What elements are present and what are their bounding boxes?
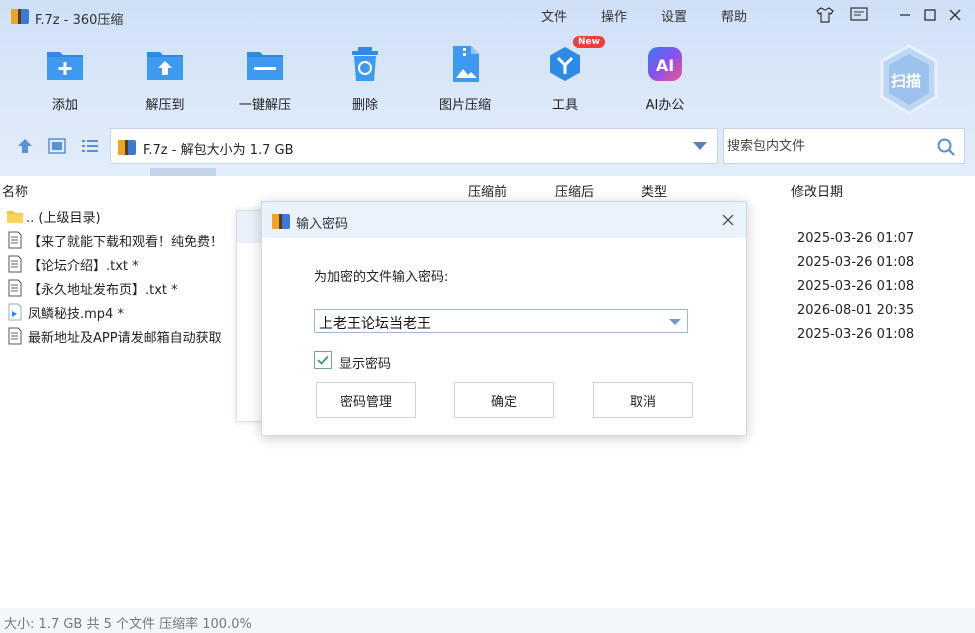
image-compress-label: 图片压缩 [438, 98, 491, 113]
scan-label: 扫描 [891, 72, 922, 90]
status-text: 大小: 1.7 GB 共 5 个文件 压缩率 100.0% [4, 617, 252, 632]
menu-file[interactable]: 文件 [541, 6, 567, 25]
ai-office-label: AI办公 [645, 98, 685, 113]
add-label: 添加 [51, 98, 78, 113]
search-icon[interactable] [936, 137, 956, 157]
file-date: 2025-03-26 01:08 [797, 327, 915, 342]
password-value: 上老王论坛当老王 [319, 316, 431, 332]
new-badge: New [573, 36, 605, 48]
message-icon[interactable] [848, 5, 870, 25]
scan-button[interactable]: 扫描 [878, 44, 940, 116]
app-logo-icon [11, 9, 29, 24]
text-file-icon [8, 327, 22, 345]
toolbar: 添加 解压到 一键解压 删除 图片压缩 New 工具 AI AI办公 [0, 36, 760, 118]
menu-operation[interactable]: 操作 [601, 6, 627, 25]
one-click-extract-icon [247, 52, 283, 80]
column-unpacked[interactable]: 压缩后 [555, 181, 594, 200]
top-area: F.7z - 360压缩 文件 操作 设置 帮助 添加 解压到 一键解压 删除 … [0, 0, 975, 176]
minimize-icon[interactable] [894, 5, 916, 25]
text-file-icon [8, 231, 22, 249]
search-box [723, 128, 965, 164]
skin-shirt-icon[interactable] [814, 5, 836, 25]
one-click-extract-button[interactable]: 一键解压 [217, 38, 313, 114]
show-password-label: 显示密码 [339, 357, 392, 372]
file-name: 【论坛介绍】.txt * [28, 259, 139, 274]
password-manage-button[interactable]: 密码管理 [316, 382, 416, 418]
text-file-icon [8, 255, 22, 273]
menu-settings[interactable]: 设置 [661, 6, 687, 25]
password-dialog: 输入密码 为加密的文件输入密码: 上老王论坛当老王 显示密码 密码管理 确定 取… [261, 201, 747, 436]
cancel-button[interactable]: 取消 [593, 382, 693, 418]
image-compress-button[interactable]: 图片压缩 [417, 38, 513, 114]
ai-office-button[interactable]: AI AI办公 [617, 38, 713, 114]
close-icon[interactable] [944, 5, 966, 25]
extract-to-label: 解压到 [145, 98, 185, 113]
image-compress-icon [453, 46, 479, 82]
address-bar[interactable]: F.7z - 解包大小为 1.7 GB [110, 128, 718, 164]
dialog-prompt: 为加密的文件输入密码: [314, 270, 449, 285]
ai-office-icon: AI [648, 47, 682, 81]
file-date: 2025-03-26 01:08 [797, 279, 915, 294]
delete-label: 删除 [351, 98, 378, 113]
tools-button[interactable]: New 工具 [517, 36, 613, 114]
folder-icon [7, 211, 23, 223]
title-bar: F.7z - 360压缩 文件 操作 设置 帮助 [0, 0, 975, 34]
dialog-title: 输入密码 [296, 217, 349, 232]
address-dropdown-icon[interactable] [693, 142, 707, 150]
one-click-extract-label: 一键解压 [238, 98, 291, 113]
file-name: 最新地址及APP请发邮箱自动获取 [28, 331, 222, 346]
file-name: 【来了就能下载和观看！纯免费！ [28, 235, 224, 250]
archive-icon [272, 214, 290, 229]
video-file-icon [8, 303, 22, 321]
status-bar: 大小: 1.7 GB 共 5 个文件 压缩率 100.0% [0, 608, 975, 633]
archive-icon [118, 140, 136, 155]
file-name: 凤鳞秘技.mp4 * [28, 307, 124, 322]
tools-label: 工具 [551, 98, 578, 113]
password-dropdown-icon[interactable] [669, 319, 681, 325]
file-name: .. (上级目录) [26, 211, 101, 226]
file-date: 2026-08-01 20:35 [797, 303, 915, 318]
add-button[interactable]: 添加 [17, 38, 113, 114]
dialog-close-icon[interactable] [718, 210, 738, 230]
show-password-checkbox[interactable] [314, 351, 332, 369]
add-folder-icon [47, 52, 83, 80]
column-modified[interactable]: 修改日期 [791, 181, 843, 200]
ok-button[interactable]: 确定 [454, 382, 554, 418]
file-date: 2025-03-26 01:08 [797, 255, 915, 270]
tools-icon [550, 47, 580, 81]
address-text: F.7z - 解包大小为 1.7 GB [143, 143, 294, 158]
menu-help[interactable]: 帮助 [721, 6, 747, 25]
extract-to-button[interactable]: 解压到 [117, 38, 213, 114]
column-packed[interactable]: 压缩前 [468, 181, 507, 200]
file-name: 【永久地址发布页】.txt * [28, 283, 178, 298]
thumbnail-view-icon[interactable] [46, 136, 68, 156]
tab-indicator [150, 168, 216, 176]
address-row: F.7z - 解包大小为 1.7 GB [0, 128, 975, 164]
dialog-header: 输入密码 [262, 202, 746, 238]
column-name[interactable]: 名称 [2, 181, 28, 200]
column-type[interactable]: 类型 [641, 181, 667, 200]
password-combobox[interactable]: 上老王论坛当老王 [314, 309, 688, 333]
delete-bin-icon [352, 47, 378, 81]
window-title: F.7z - 360压缩 [35, 13, 124, 28]
search-input[interactable] [725, 130, 925, 162]
svg-text:AI: AI [656, 56, 674, 75]
extract-to-icon [147, 52, 183, 80]
file-date: 2025-03-26 01:07 [797, 231, 915, 246]
list-view-icon[interactable] [79, 136, 101, 156]
up-arrow-icon[interactable] [14, 136, 36, 156]
delete-button[interactable]: 删除 [317, 38, 413, 114]
text-file-icon [8, 279, 22, 297]
maximize-icon[interactable] [919, 5, 941, 25]
file-list-header: 名称 压缩前 压缩后 类型 修改日期 [0, 176, 975, 202]
checkmark-icon [317, 355, 329, 365]
